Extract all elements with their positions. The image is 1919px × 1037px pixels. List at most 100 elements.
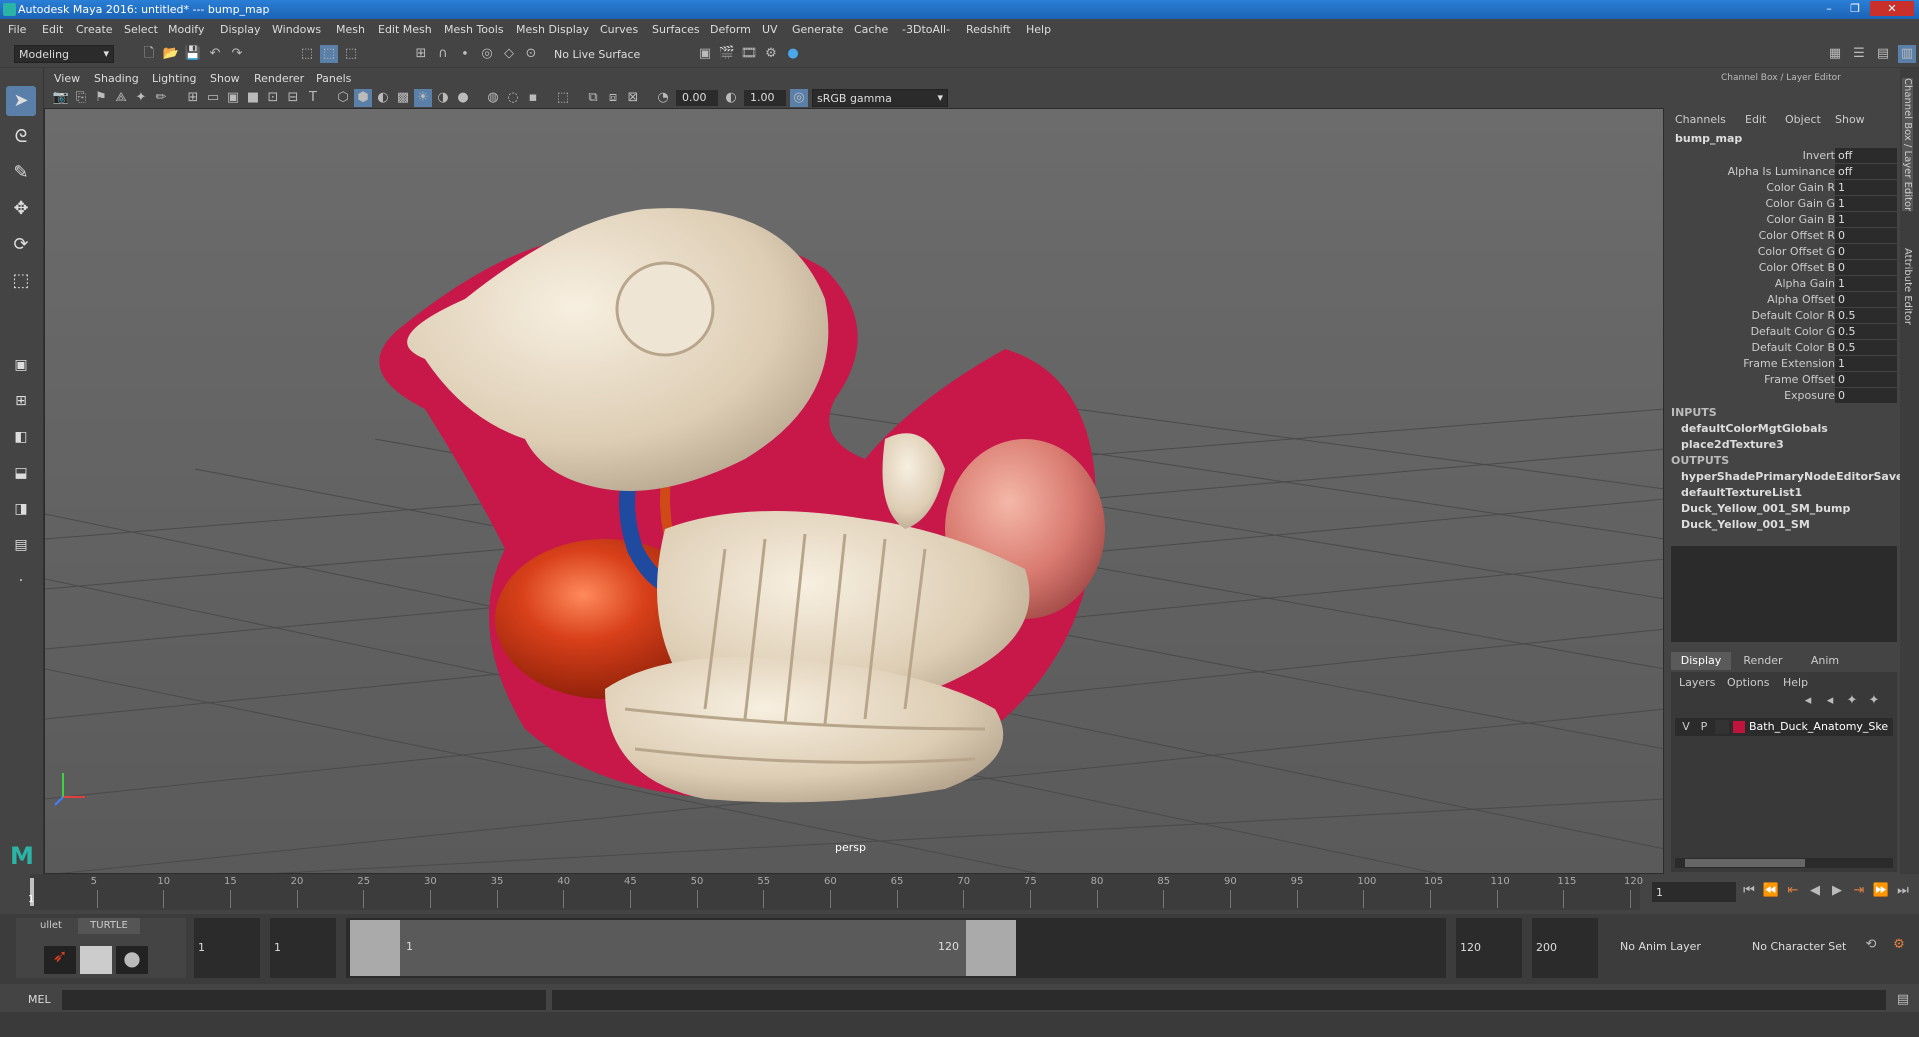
layer-color-swatch[interactable] bbox=[1733, 721, 1745, 733]
playback-end-field[interactable]: 120 bbox=[1456, 918, 1522, 978]
snap-plane-icon[interactable]: ◇ bbox=[500, 45, 518, 63]
bookmark-icon[interactable]: ⚑ bbox=[92, 89, 110, 107]
move-layer-up-icon[interactable]: ◂ bbox=[1799, 692, 1817, 710]
shadows-icon[interactable]: ◑ bbox=[434, 89, 452, 107]
tab-display[interactable]: Display bbox=[1671, 652, 1731, 670]
attr-row[interactable]: Color Gain R1 bbox=[1667, 180, 1897, 196]
menu-mesh-tools[interactable]: Mesh Tools bbox=[444, 23, 504, 36]
hypershade-icon[interactable]: ● bbox=[784, 45, 802, 63]
play-forward-icon[interactable]: ▶ bbox=[1828, 882, 1846, 900]
film-gate-icon[interactable]: ▭ bbox=[204, 89, 222, 107]
panel-menu-renderer[interactable]: Renderer bbox=[254, 72, 304, 85]
xray-components-icon[interactable]: ⊠ bbox=[624, 89, 642, 107]
cb-menu-edit[interactable]: Edit bbox=[1745, 113, 1766, 126]
four-view-icon[interactable]: ⊞ bbox=[6, 386, 36, 416]
script-language-label[interactable]: MEL bbox=[28, 993, 51, 1006]
select-component-icon[interactable]: ⬚ bbox=[342, 45, 360, 63]
move-tool-icon[interactable]: ✥ bbox=[6, 194, 36, 224]
range-end-handle[interactable] bbox=[966, 920, 1016, 976]
attr-row[interactable]: Alpha Is Luminance off bbox=[1667, 164, 1897, 180]
tab-render[interactable]: Render bbox=[1733, 652, 1793, 670]
safe-action-icon[interactable]: ⊟ bbox=[284, 89, 302, 107]
start-time-field[interactable]: 1 bbox=[194, 918, 260, 978]
side-tab-attribute-editor[interactable]: Attribute Editor bbox=[1902, 248, 1913, 325]
perspective-viewport[interactable]: persp bbox=[44, 108, 1664, 874]
attr-row[interactable]: Alpha Offset 0 bbox=[1667, 292, 1897, 308]
menu-surfaces[interactable]: Surfaces bbox=[652, 23, 700, 36]
undo-icon[interactable]: ↶ bbox=[206, 45, 224, 63]
close-button[interactable]: ✕ bbox=[1870, 1, 1914, 16]
attr-row[interactable]: Color Offset B0 bbox=[1667, 260, 1897, 276]
layout-more-icon[interactable]: · bbox=[6, 566, 36, 596]
snap-grid-icon[interactable]: ⊞ bbox=[412, 45, 430, 63]
smooth-shade-icon[interactable]: ⬢ bbox=[354, 89, 372, 107]
anti-aliasing-icon[interactable]: ◌ bbox=[504, 89, 522, 107]
time-slider[interactable]: 1 5 10 15 20 25 30 35 40 45 50 55 60 65 70 75 80 85 90 95 1… bbox=[0, 874, 1919, 914]
render-current-icon[interactable]: 🎬 bbox=[718, 45, 736, 63]
menu-windows[interactable]: Windows bbox=[272, 23, 321, 36]
isolate-select-icon[interactable]: ⬚ bbox=[554, 89, 572, 107]
ipr-render-icon[interactable]: 🎞 bbox=[740, 45, 758, 63]
attr-row[interactable]: Frame Offset 0 bbox=[1667, 372, 1897, 388]
output-node[interactable]: defaultTextureList1 bbox=[1681, 486, 1802, 499]
sphere-icon[interactable]: ● bbox=[116, 946, 148, 974]
textured-icon[interactable]: ▩ bbox=[394, 89, 412, 107]
layer-name[interactable]: Bath_Duck_Anatomy_Ske bbox=[1749, 720, 1888, 733]
menu-mesh[interactable]: Mesh bbox=[336, 23, 365, 36]
xray-icon[interactable]: ⧉ bbox=[584, 89, 602, 107]
select-tool-icon[interactable]: ➤ bbox=[6, 86, 36, 116]
redo-icon[interactable]: ↷ bbox=[228, 45, 246, 63]
2d-pan-zoom-icon[interactable]: ✦ bbox=[132, 89, 150, 107]
output-node[interactable]: Duck_Yellow_001_SM_bump bbox=[1681, 502, 1850, 515]
persp-outliner-icon[interactable]: ◧ bbox=[6, 422, 36, 452]
gamma-icon[interactable]: ◐ bbox=[722, 89, 740, 107]
attr-row[interactable]: Exposure 0 bbox=[1667, 388, 1897, 404]
color-management-icon[interactable]: ◎ bbox=[790, 89, 808, 107]
grid-icon[interactable]: ⊞ bbox=[184, 89, 202, 107]
play-backward-icon[interactable]: ◀ bbox=[1806, 882, 1824, 900]
grease-pencil-icon[interactable]: ✏ bbox=[152, 89, 170, 107]
range-start-handle[interactable] bbox=[350, 920, 400, 976]
attr-row[interactable]: Color Offset G0 bbox=[1667, 244, 1897, 260]
layer-type-toggle[interactable] bbox=[1715, 720, 1729, 734]
select-hierarchy-icon[interactable]: ⬚ bbox=[298, 45, 316, 63]
attribute-editor-toggle-icon[interactable]: ☰ bbox=[1850, 45, 1868, 63]
render-view-icon[interactable]: ▣ bbox=[696, 45, 714, 63]
step-forward-frame-icon[interactable]: ⇥ bbox=[1850, 882, 1868, 900]
make-live-icon[interactable]: ⊙ bbox=[522, 45, 540, 63]
menu-curves[interactable]: Curves bbox=[600, 23, 638, 36]
menu-create[interactable]: Create bbox=[76, 23, 113, 36]
shelf-tab-turtle[interactable]: TURTLE bbox=[78, 918, 140, 934]
scrollbar-thumb[interactable] bbox=[1685, 859, 1805, 867]
menu-mesh-display[interactable]: Mesh Display bbox=[516, 23, 589, 36]
layer-menu-help[interactable]: Help bbox=[1783, 676, 1808, 689]
layout-icon[interactable]: ◨ bbox=[6, 494, 36, 524]
depth-of-field-icon[interactable]: ▪ bbox=[524, 89, 542, 107]
auto-key-icon[interactable]: ⟲ bbox=[1862, 936, 1880, 954]
cb-menu-object[interactable]: Object bbox=[1785, 113, 1821, 126]
single-view-icon[interactable]: ▣ bbox=[6, 350, 36, 380]
menu-generate[interactable]: Generate bbox=[792, 23, 843, 36]
wireframe-on-shaded-icon[interactable]: ◐ bbox=[374, 89, 392, 107]
bake-texture-icon[interactable] bbox=[80, 946, 112, 974]
range-slider-bar-fill[interactable] bbox=[350, 920, 1016, 976]
wireframe-icon[interactable]: ⬡ bbox=[334, 89, 352, 107]
step-back-frame-icon[interactable]: ⇤ bbox=[1784, 882, 1802, 900]
live-surface-label[interactable]: No Live Surface bbox=[554, 48, 640, 61]
panel-menu-shading[interactable]: Shading bbox=[94, 72, 139, 85]
menuset-dropdown[interactable]: Modeling ▾ bbox=[14, 45, 114, 63]
new-layer-selected-icon[interactable]: ✦ bbox=[1865, 692, 1883, 710]
attr-row[interactable]: Default Color B 0.5 bbox=[1667, 340, 1897, 356]
exposure-icon[interactable]: ◔ bbox=[654, 89, 672, 107]
minimize-button[interactable]: – bbox=[1818, 1, 1840, 16]
output-node[interactable]: hyperShadePrimaryNodeEditorSavedT... bbox=[1681, 470, 1919, 483]
attr-row[interactable]: Color Offset R0 bbox=[1667, 228, 1897, 244]
panel-menu-lighting[interactable]: Lighting bbox=[152, 72, 196, 85]
output-node[interactable]: Duck_Yellow_001_SM bbox=[1681, 518, 1810, 531]
menu-edit-mesh[interactable]: Edit Mesh bbox=[378, 23, 432, 36]
lasso-tool-icon[interactable]: ᘓ bbox=[6, 122, 36, 152]
input-node[interactable]: place2dTexture3 bbox=[1681, 438, 1784, 451]
attr-row[interactable]: Default Color G 0.5 bbox=[1667, 324, 1897, 340]
rotate-tool-icon[interactable]: ⟳ bbox=[6, 230, 36, 260]
side-tab-channel-box[interactable]: Channel Box / Layer Editor bbox=[1902, 78, 1913, 212]
